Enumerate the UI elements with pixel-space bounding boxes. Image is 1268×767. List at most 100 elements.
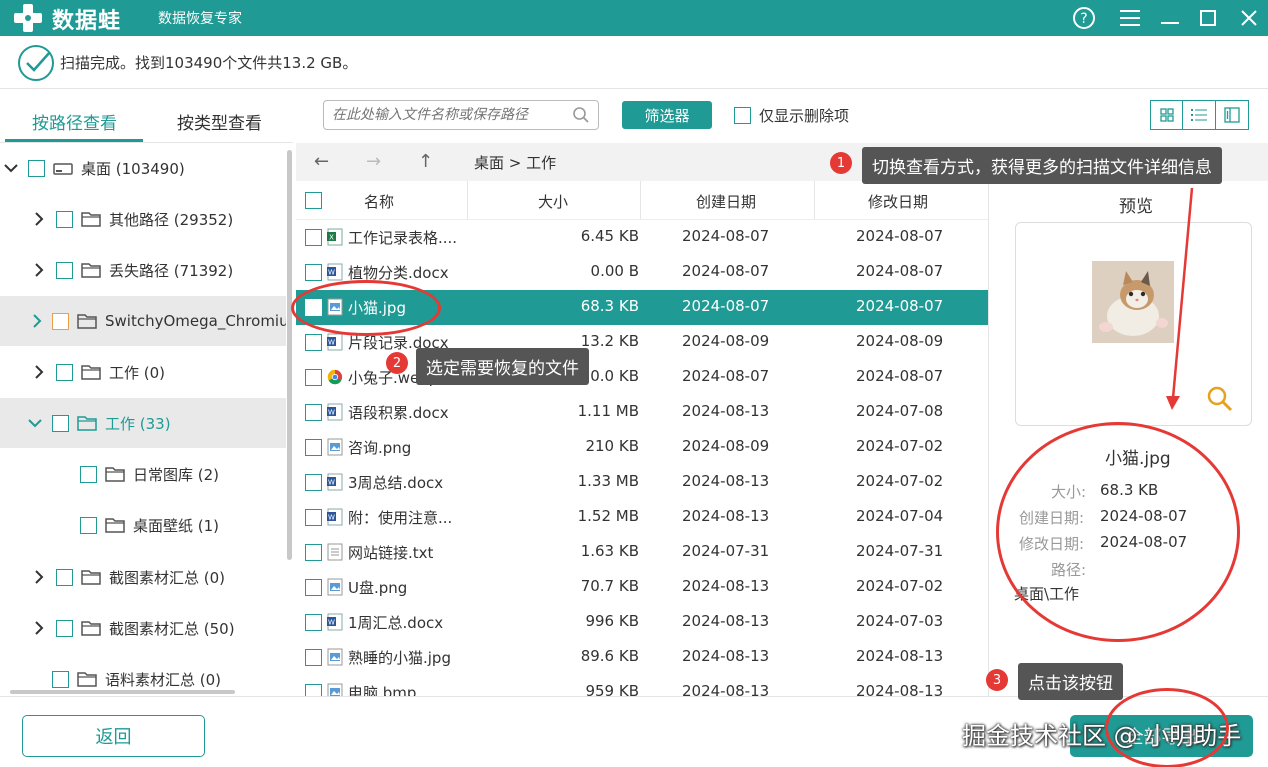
file-checkbox[interactable] [305,509,322,526]
chevron-down-icon[interactable] [4,161,18,175]
file-checkbox[interactable] [305,474,322,491]
tree-checkbox[interactable] [56,210,73,228]
file-modified: 2024-08-13 [856,647,944,665]
tree-checkbox[interactable] [56,261,73,279]
scan-status-text: 扫描完成。找到103490个文件共13.2 GB。 [60,54,358,72]
file-checkbox[interactable] [305,334,322,351]
file-row[interactable]: 网站链接.txt 1.63 KB 2024-07-31 2024-07-31 [296,535,988,570]
tree-item-other-paths[interactable]: 其他路径 (29352) [0,194,286,244]
filter-button[interactable]: 筛选器 [622,101,712,129]
menu-icon[interactable] [1116,4,1144,32]
file-row[interactable]: 咨询.png 210 KB 2024-08-09 2024-07-02 [296,430,988,465]
minimize-icon[interactable] [1156,4,1184,32]
tree-checkbox[interactable] [52,414,69,432]
file-checkbox[interactable] [305,544,322,561]
file-checkbox[interactable] [305,439,322,456]
tree-item-label: 截图素材汇总 (50) [109,619,235,638]
annotation-callout-2: 选定需要恢复的文件 [416,348,589,385]
file-row[interactable]: W 1周汇总.docx 996 KB 2024-08-13 2024-07-03 [296,605,988,640]
title-bar: 数据蛙 数据恢复专家 ? [0,0,1268,36]
file-size: 996 KB [585,612,639,630]
file-created: 2024-08-09 [682,332,770,350]
tree-item-desktop[interactable]: 桌面 (103490) [0,143,286,193]
file-checkbox[interactable] [305,579,322,596]
chevron-right-icon[interactable] [32,570,46,584]
detail-view-icon[interactable] [1215,101,1248,129]
file-row[interactable]: U盘.png 70.7 KB 2024-08-13 2024-07-02 [296,570,988,605]
column-created[interactable]: 创建日期 [696,191,756,212]
list-view-icon[interactable] [1183,101,1216,129]
tree-checkbox[interactable] [52,670,69,688]
grid-view-icon[interactable] [1151,101,1184,129]
tree-checkbox[interactable] [80,516,97,534]
file-modified: 2024-07-02 [856,437,944,455]
column-name[interactable]: 名称 [364,191,394,212]
chevron-right-icon[interactable] [32,212,46,226]
select-all-checkbox[interactable] [305,192,322,209]
file-checkbox[interactable] [305,649,322,666]
deleted-only-toggle[interactable]: 仅显示删除项 [734,105,849,126]
back-arrow-icon[interactable]: ← [314,151,329,172]
file-row[interactable]: W 附：使用注意... 1.52 MB 2024-08-13 2024-07-04 [296,500,988,535]
tree-horizontal-scrollbar[interactable] [10,690,235,694]
file-modified: 2024-08-07 [856,262,944,280]
file-checkbox[interactable] [305,404,322,421]
search-input[interactable] [332,102,568,128]
tree-item-lost-paths[interactable]: 丢失路径 (71392) [0,245,286,295]
drive-icon [53,163,73,175]
tree-vertical-scrollbar[interactable] [287,150,292,560]
search-icon[interactable] [572,106,590,124]
file-checkbox[interactable] [305,229,322,246]
tree-checkbox[interactable] [52,312,69,330]
search-box[interactable] [323,100,599,130]
folder-icon [81,263,101,278]
tree-checkbox[interactable] [28,159,45,177]
chevron-right-icon[interactable] [32,263,46,277]
tree-item-switchyomega[interactable]: SwitchyOmega_Chromium [0,296,286,346]
tree-item-work-0[interactable]: 工作 (0) [0,347,286,397]
chevron-right-icon[interactable] [32,621,46,635]
tree-checkbox[interactable] [56,619,73,637]
file-row[interactable]: 熟睡的小猫.jpg 89.6 KB 2024-08-13 2024-08-13 [296,640,988,675]
column-modified[interactable]: 修改日期 [868,191,928,212]
tree-item-wallpaper[interactable]: 桌面壁纸 (1) [0,500,286,550]
up-arrow-icon[interactable]: ↑ [418,151,433,172]
tree-item-label: 语料素材汇总 (0) [105,670,222,689]
file-size: 6.45 KB [580,227,639,245]
chevron-right-icon[interactable] [32,314,42,328]
tab-by-path[interactable]: 按路径查看 [32,109,117,134]
file-row[interactable]: X 工作记录表格.... 6.45 KB 2024-08-07 2024-08-07 [296,220,988,255]
tree-item-daily-gallery[interactable]: 日常图库 (2) [0,449,286,499]
file-size: 68.3 KB [580,297,639,315]
deleted-only-checkbox[interactable] [734,107,751,124]
tree-item-screenshot-0[interactable]: 截图素材汇总 (0) [0,552,286,602]
view-switcher [1150,100,1249,130]
tree-checkbox[interactable] [56,568,73,586]
folder-tree: 桌面 (103490) 其他路径 (29352) 丢失路径 (71392) Sw… [0,143,293,696]
file-row[interactable]: W 语段积累.docx 1.11 MB 2024-08-13 2024-07-08 [296,395,988,430]
file-row[interactable]: W 3周总结.docx 1.33 MB 2024-08-13 2024-07-02 [296,465,988,500]
back-button[interactable]: 返回 [22,715,205,757]
file-created: 2024-08-13 [682,507,770,525]
tree-item-work-33[interactable]: 工作 (33) [0,398,286,448]
help-icon[interactable]: ? [1070,4,1098,32]
close-icon[interactable] [1235,4,1263,32]
tree-checkbox[interactable] [56,363,73,381]
column-size[interactable]: 大小 [538,191,568,212]
tree-item-screenshot-50[interactable]: 截图素材汇总 (50) [0,603,286,653]
forward-arrow-icon[interactable]: → [366,151,381,172]
zoom-icon[interactable] [1206,385,1234,413]
maximize-icon[interactable] [1194,4,1222,32]
chevron-down-icon[interactable] [28,416,42,430]
tree-checkbox[interactable] [80,465,97,483]
svg-text:X: X [329,234,334,242]
file-created: 2024-07-31 [682,542,770,560]
file-checkbox[interactable] [305,614,322,631]
file-checkbox[interactable] [305,264,322,281]
word-icon: W [327,403,343,421]
tab-by-type[interactable]: 按类型查看 [177,109,262,134]
chevron-right-icon[interactable] [32,365,46,379]
file-checkbox[interactable] [305,369,322,386]
file-name: 3周总结.docx [348,474,444,492]
deleted-only-label: 仅显示删除项 [759,107,850,125]
